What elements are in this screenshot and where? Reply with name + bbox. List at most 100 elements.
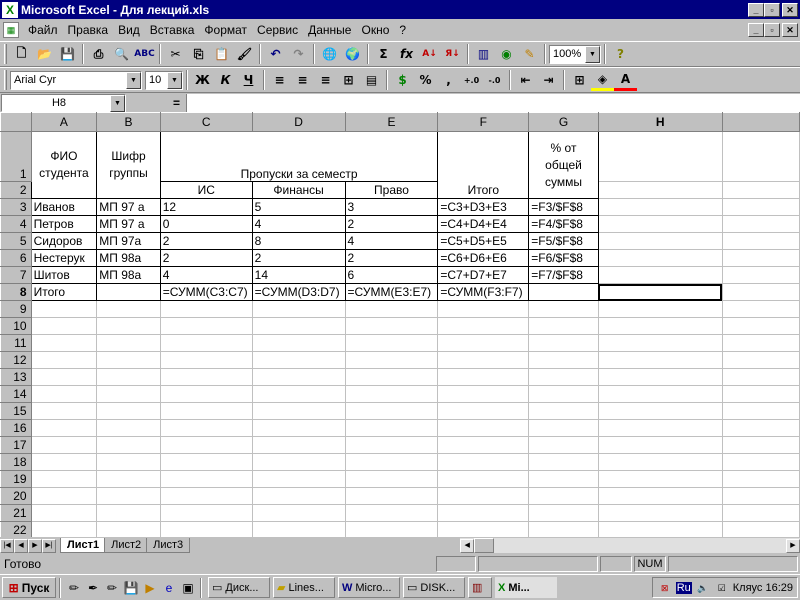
cell-d5[interactable]: 8 <box>251 232 346 250</box>
cell-i3[interactable] <box>721 198 800 216</box>
empty-cell[interactable] <box>251 317 346 335</box>
column-header[interactable]: E <box>344 112 439 132</box>
empty-cell[interactable] <box>159 351 253 369</box>
row-header[interactable]: 14 <box>0 385 32 403</box>
empty-cell[interactable] <box>96 385 161 403</box>
row-header[interactable]: 19 <box>0 470 32 488</box>
empty-cell[interactable] <box>597 368 723 386</box>
empty-cell[interactable] <box>437 351 530 369</box>
start-button[interactable]: ⊞ Пуск <box>2 577 56 598</box>
empty-cell[interactable] <box>159 300 253 318</box>
keyboard-icon[interactable]: ⊠ <box>657 580 673 596</box>
paste-function-icon[interactable]: fx <box>395 43 418 65</box>
empty-cell[interactable] <box>597 334 723 352</box>
chart-wizard-icon[interactable]: ▥ <box>472 43 495 65</box>
maximize-button[interactable]: ▫ <box>764 2 780 17</box>
menu-window[interactable]: Окно <box>356 23 394 37</box>
empty-cell[interactable] <box>344 487 439 505</box>
taskbar-button[interactable]: W Micro... <box>338 577 400 598</box>
cell-i6[interactable] <box>721 249 800 267</box>
cell-i1[interactable] <box>721 131 800 182</box>
cell-i7[interactable] <box>721 266 800 284</box>
open-icon[interactable]: 📂 <box>33 43 56 65</box>
row-header[interactable]: 13 <box>0 368 32 386</box>
internet-explorer-icon[interactable]: e <box>160 579 178 597</box>
selected-cell-h8[interactable] <box>597 283 723 301</box>
cell-h5[interactable] <box>597 232 723 250</box>
empty-cell[interactable] <box>344 436 439 454</box>
cell-d8[interactable]: =СУММ(D3:D7) <box>251 283 346 301</box>
empty-cell[interactable] <box>437 436 530 454</box>
empty-cell[interactable] <box>528 521 599 538</box>
formula-input[interactable] <box>186 93 800 112</box>
empty-cell[interactable] <box>251 487 346 505</box>
empty-cell[interactable] <box>528 368 599 386</box>
autosum-icon[interactable]: Σ <box>372 43 395 65</box>
cell-g6[interactable]: =F6/$F$8 <box>528 249 599 267</box>
empty-cell[interactable] <box>30 402 98 420</box>
empty-cell[interactable] <box>528 385 599 403</box>
empty-cell[interactable] <box>721 368 800 386</box>
cell-grid[interactable]: A B C D E F G H 1 ФИО студента Шифр груп… <box>0 112 800 538</box>
empty-cell[interactable] <box>251 385 346 403</box>
empty-cell[interactable] <box>96 317 161 335</box>
borders-icon[interactable]: ⊞ <box>568 69 591 91</box>
empty-cell[interactable] <box>30 300 98 318</box>
sheet-tab-3[interactable]: Лист3 <box>146 538 191 553</box>
empty-cell[interactable] <box>721 470 800 488</box>
empty-cell[interactable] <box>528 334 599 352</box>
empty-cell[interactable] <box>597 521 723 538</box>
italic-button[interactable]: К <box>214 69 237 91</box>
cell-c3[interactable]: 12 <box>159 198 253 216</box>
empty-cell[interactable] <box>96 504 161 522</box>
doc-close-button[interactable]: ✕ <box>782 22 798 37</box>
row-header[interactable]: 21 <box>0 504 32 522</box>
taskbar-button[interactable]: ▰ Lines... <box>273 577 335 598</box>
chevron-down-icon[interactable]: ▼ <box>110 94 125 112</box>
show-desktop-icon[interactable]: ▣ <box>179 579 197 597</box>
empty-cell[interactable] <box>721 419 800 437</box>
empty-cell[interactable] <box>528 436 599 454</box>
map-icon[interactable]: ◉ <box>495 43 518 65</box>
column-header[interactable]: B <box>96 112 161 132</box>
empty-cell[interactable] <box>721 334 800 352</box>
cell-f8[interactable]: =СУММ(F3:F7) <box>437 283 530 301</box>
empty-cell[interactable] <box>251 470 346 488</box>
quicklaunch-icon[interactable]: ✏ <box>103 579 121 597</box>
chevron-down-icon[interactable]: ▼ <box>585 45 600 63</box>
cell-d6[interactable]: 2 <box>251 249 346 267</box>
undo-icon[interactable]: ↶ <box>264 43 287 65</box>
cell-b4[interactable]: МП 97 а <box>96 215 161 233</box>
empty-cell[interactable] <box>437 317 530 335</box>
menu-format[interactable]: Формат <box>199 23 252 37</box>
empty-cell[interactable] <box>344 300 439 318</box>
empty-cell[interactable] <box>251 419 346 437</box>
empty-cell[interactable] <box>437 504 530 522</box>
cell-i5[interactable] <box>721 232 800 250</box>
print-icon[interactable]: ⎙ <box>87 43 110 65</box>
empty-cell[interactable] <box>344 504 439 522</box>
empty-cell[interactable] <box>159 402 253 420</box>
doc-minimize-button[interactable]: _ <box>748 22 764 37</box>
drawing-icon[interactable]: ✎ <box>518 43 541 65</box>
zoom-select[interactable]: 100% ▼ <box>549 44 601 64</box>
empty-cell[interactable] <box>597 317 723 335</box>
empty-cell[interactable] <box>96 453 161 471</box>
next-sheet-icon[interactable]: ▶ <box>28 538 42 553</box>
cell-a5[interactable]: Сидоров <box>30 232 98 250</box>
empty-cell[interactable] <box>96 368 161 386</box>
cell-b8[interactable] <box>96 283 161 301</box>
fill-color-icon[interactable]: ◈ <box>591 69 614 91</box>
cell-g8[interactable] <box>528 283 599 301</box>
cell-d2[interactable]: Финансы <box>251 181 346 199</box>
menu-view[interactable]: Вид <box>113 23 145 37</box>
row-header[interactable]: 10 <box>0 317 32 335</box>
cell-f4[interactable]: =C4+D4+E4 <box>437 215 530 233</box>
empty-cell[interactable] <box>721 300 800 318</box>
quicklaunch-icon[interactable]: ✏ <box>65 579 83 597</box>
format-painter-icon[interactable]: 🖌 <box>233 43 256 65</box>
name-box[interactable]: H8 ▼ <box>1 93 126 112</box>
empty-cell[interactable] <box>30 385 98 403</box>
minimize-button[interactable]: _ <box>748 2 764 17</box>
empty-cell[interactable] <box>528 504 599 522</box>
